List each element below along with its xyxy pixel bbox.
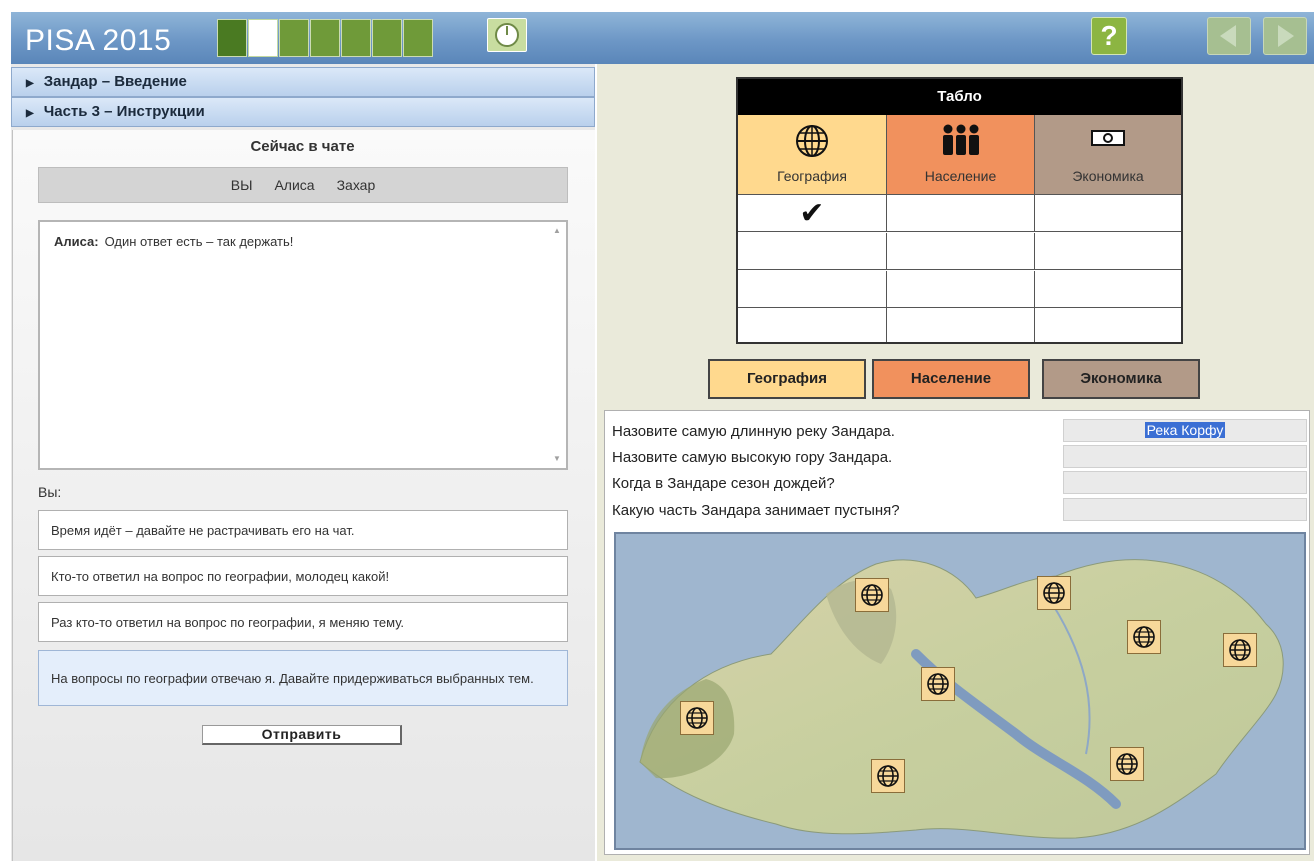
participant-you: ВЫ — [230, 177, 253, 193]
section-introduction[interactable]: ▶ Зандар – Введение — [11, 67, 595, 97]
you-label: Вы: — [38, 484, 62, 500]
map-marker-globe-icon[interactable] — [855, 578, 889, 612]
scoreboard-column-economy: Экономика — [1034, 115, 1181, 195]
scoreboard: Табло География Население Экономика ✔ — [736, 77, 1183, 344]
progress-segment — [279, 19, 309, 57]
scoreboard-cell — [1034, 271, 1181, 308]
progress-segment — [372, 19, 402, 57]
arrow-left-icon — [1220, 25, 1236, 47]
globe-icon — [794, 123, 830, 162]
scoreboard-cell — [738, 308, 886, 342]
scoreboard-cell — [1034, 308, 1181, 342]
population-topic-button[interactable]: Население — [872, 359, 1030, 399]
clock-icon — [495, 23, 519, 47]
economy-topic-button[interactable]: Экономика — [1042, 359, 1200, 399]
chat-message: Алиса: Один ответ есть – так держать! — [54, 234, 552, 249]
people-icon — [939, 123, 983, 160]
question-text: Назовите самую длинную реку Зандара. — [612, 423, 895, 440]
progress-segment — [217, 19, 247, 57]
participant-alisa: Алиса — [274, 177, 315, 193]
section-label: Часть 3 – Инструкции — [43, 103, 205, 120]
scoreboard-cell — [1034, 195, 1181, 232]
top-bar: PISA 2015 ? — [11, 12, 1314, 64]
answer-field[interactable]: Река Корфу — [1063, 419, 1307, 442]
scoreboard-cell — [886, 195, 1034, 232]
island-map-image — [616, 534, 1304, 848]
chat-participants: ВЫ Алиса Захар — [38, 167, 568, 203]
participant-zakhar: Захар — [336, 177, 376, 193]
previous-button[interactable] — [1207, 17, 1251, 55]
scoreboard-column-label: Население — [924, 168, 997, 184]
help-button[interactable]: ? — [1091, 17, 1127, 55]
chat-option[interactable]: Раз кто-то ответил на вопрос по географи… — [38, 602, 568, 642]
scoreboard-column-label: Экономика — [1072, 168, 1144, 184]
map-marker-globe-icon[interactable] — [871, 759, 905, 793]
chat-option[interactable]: Кто-то ответил на вопрос по географии, м… — [38, 556, 568, 596]
question-panel: Назовите самую длинную реку Зандара. Рек… — [604, 410, 1310, 855]
scroll-up-icon[interactable]: ▲ — [550, 226, 564, 238]
scoreboard-cell — [738, 271, 886, 308]
next-button[interactable] — [1263, 17, 1307, 55]
map-marker-globe-icon[interactable] — [921, 667, 955, 701]
chat-log[interactable]: Алиса: Один ответ есть – так держать! ▲ ▼ — [38, 220, 568, 470]
scoreboard-cell: ✔ — [738, 195, 886, 232]
question-text: Когда в Зандаре сезон дождей? — [612, 475, 835, 492]
progress-segment — [310, 19, 340, 57]
timer-button[interactable] — [487, 18, 527, 52]
map-marker-globe-icon[interactable] — [1037, 576, 1071, 610]
geography-topic-button[interactable]: География — [708, 359, 866, 399]
scoreboard-column-label: География — [777, 168, 847, 184]
answer-field[interactable] — [1063, 445, 1307, 468]
scoreboard-cell — [886, 271, 1034, 308]
question-text: Назовите самую высокую гору Зандара. — [612, 449, 893, 466]
chat-message-text: Один ответ есть – так держать! — [104, 234, 294, 249]
chat-option-selected[interactable]: На вопросы по географии отвечаю я. Давай… — [38, 650, 568, 706]
progress-indicator — [217, 19, 434, 57]
answer-value: Река Корфу — [1144, 422, 1226, 438]
island-map — [614, 532, 1306, 850]
send-button[interactable]: Отправить — [202, 725, 402, 745]
chat-message-sender: Алиса: — [54, 234, 99, 249]
progress-segment — [341, 19, 371, 57]
scoreboard-cell — [886, 308, 1034, 342]
answer-field[interactable] — [1063, 471, 1307, 494]
section-label: Зандар – Введение — [43, 73, 187, 90]
scoreboard-column-population: Население — [886, 115, 1034, 195]
progress-segment — [403, 19, 433, 57]
chat-scrollbar[interactable]: ▲ ▼ — [550, 224, 564, 466]
app-title: PISA 2015 — [25, 24, 172, 57]
question-text: Какую часть Зандара занимает пустыня? — [612, 502, 900, 519]
map-marker-globe-icon[interactable] — [680, 701, 714, 735]
chat-option[interactable]: Время идёт – давайте не растрачивать его… — [38, 510, 568, 550]
left-panel: ▶ Зандар – Введение ▶ Часть 3 – Инструкции… — [11, 64, 595, 861]
map-marker-globe-icon[interactable] — [1127, 620, 1161, 654]
map-marker-globe-icon[interactable] — [1223, 633, 1257, 667]
arrow-right-icon — [1278, 25, 1294, 47]
scoreboard-cell — [1034, 233, 1181, 270]
right-panel: Табло География Население Экономика ✔ Ге… — [597, 64, 1314, 861]
section-instructions[interactable]: ▶ Часть 3 – Инструкции — [11, 97, 595, 127]
scoreboard-cell — [886, 233, 1034, 270]
money-icon — [1089, 123, 1127, 156]
scoreboard-title: Табло — [738, 79, 1181, 115]
answer-field[interactable] — [1063, 498, 1307, 521]
progress-segment-current — [248, 19, 278, 57]
chat-title: Сейчас в чате — [250, 138, 355, 155]
scroll-down-icon[interactable]: ▼ — [550, 454, 564, 466]
scoreboard-cell — [738, 233, 886, 270]
scoreboard-column-geography: География — [738, 115, 886, 195]
triangle-right-icon: ▶ — [26, 108, 34, 119]
map-marker-globe-icon[interactable] — [1110, 747, 1144, 781]
triangle-right-icon: ▶ — [26, 78, 34, 89]
app-window: PISA 2015 ? ▶ Зандар – Введение ▶ Часть … — [0, 0, 1314, 861]
